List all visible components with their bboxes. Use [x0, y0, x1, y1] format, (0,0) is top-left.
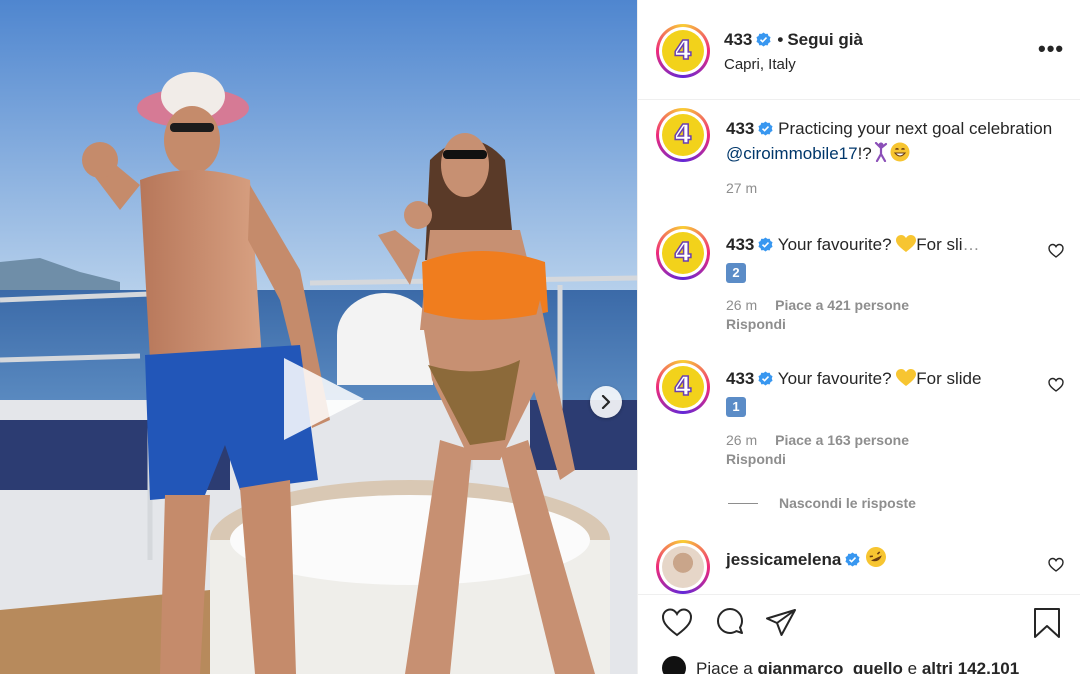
truncation-ellipsis: …: [962, 235, 980, 254]
reply-comment-text: jessicamelena: [726, 546, 1036, 572]
avatar-logo-text: 4: [673, 372, 693, 402]
caption-avatar[interactable]: 4: [656, 108, 710, 162]
like-comment-heart-icon[interactable]: [1048, 243, 1064, 259]
share-paper-plane-icon[interactable]: [764, 606, 798, 640]
comment-avatar[interactable]: 4: [656, 226, 710, 280]
following-button[interactable]: Segui già: [787, 30, 863, 49]
more-options-icon[interactable]: •••: [1038, 38, 1064, 60]
comment-body: Your favourite?: [777, 235, 897, 254]
post-sidebar: 4 433 • Segui già Capri, Italy ••• 4 433 P…: [637, 0, 1080, 674]
like-comment-heart-icon[interactable]: [1048, 557, 1064, 573]
post-media[interactable]: [0, 0, 637, 674]
comment-body-2: For sli: [916, 235, 963, 254]
comment-meta: 26 m Piace a 163 persone: [726, 432, 909, 448]
yellow-heart-emoji-icon: [896, 369, 917, 386]
comment-text: 433 Your favourite? For sli… 2: [726, 232, 1036, 283]
reply-button[interactable]: Rispondi: [726, 451, 786, 467]
hide-replies-button[interactable]: Nascondi le risposte: [779, 495, 916, 511]
comment-meta: 26 m Piace a 421 persone: [726, 297, 909, 313]
verified-badge-icon: [845, 552, 860, 567]
reply-username[interactable]: jessicamelena: [726, 550, 841, 569]
avatar-logo-text: 4: [673, 238, 693, 268]
like-comment-heart-icon[interactable]: [1048, 377, 1064, 393]
save-bookmark-icon[interactable]: [1030, 606, 1064, 640]
verified-badge-icon: [756, 32, 771, 47]
header-divider: [638, 99, 1080, 100]
caption-body: Practicing your next goal celebration: [778, 119, 1053, 138]
next-slide-button[interactable]: [590, 386, 622, 418]
caption-text: 433 Practicing your next goal celebratio…: [726, 116, 1056, 166]
post-location[interactable]: Capri, Italy: [724, 56, 796, 73]
avatar-logo-text: 4: [673, 36, 693, 66]
comment-body: Your favourite?: [777, 369, 897, 388]
avatar-logo-text: 4: [673, 120, 693, 150]
dancer-emoji-icon: [874, 142, 887, 162]
reply-avatar[interactable]: [656, 540, 710, 594]
comment-username[interactable]: 433: [726, 235, 754, 254]
replies-divider-line: [728, 503, 758, 504]
likes-prefix: Piace a: [696, 659, 758, 674]
comment-body-2: For slide: [916, 369, 982, 388]
verified-badge-icon: [758, 121, 773, 136]
comment-timestamp[interactable]: 26 m: [726, 432, 757, 448]
verified-badge-icon: [758, 371, 773, 386]
yellow-heart-emoji-icon: [896, 235, 917, 252]
avatar-photo: [662, 546, 704, 588]
like-heart-icon[interactable]: [660, 606, 694, 640]
mention-link[interactable]: @ciroimmobile17: [726, 144, 858, 163]
author-avatar[interactable]: 4: [656, 24, 710, 78]
comment-likes[interactable]: Piace a 163 persone: [775, 432, 909, 448]
separator-dot: •: [777, 30, 784, 49]
chevron-right-icon: [601, 395, 611, 409]
comment-username[interactable]: 433: [726, 369, 754, 388]
grinning-emoji-icon: [890, 142, 910, 162]
likes-others[interactable]: altri 142.101: [922, 659, 1019, 674]
likes-middle: e: [902, 659, 922, 674]
comment-timestamp[interactable]: 26 m: [726, 297, 757, 313]
post-actions: [638, 606, 1080, 650]
liker-avatar[interactable]: [662, 656, 686, 674]
likes-summary: Piace a gianmarco_quello e altri 142.101: [662, 656, 1019, 674]
verified-badge-icon: [758, 237, 773, 252]
comments-divider: [638, 594, 1080, 595]
comment-avatar[interactable]: 4: [656, 360, 710, 414]
author-username[interactable]: 433: [724, 30, 752, 49]
comment-bubble-icon[interactable]: [713, 606, 747, 640]
caption-username[interactable]: 433: [726, 119, 754, 138]
video-frame: [0, 0, 637, 674]
caption-suffix: !?: [857, 144, 872, 163]
rofl-emoji-icon: [866, 547, 887, 567]
reply-button[interactable]: Rispondi: [726, 316, 786, 332]
play-icon[interactable]: [280, 356, 366, 442]
keycap-emoji: 1: [726, 397, 746, 417]
liker-username[interactable]: gianmarco_quello: [757, 659, 902, 674]
post-header: 433 • Segui già: [724, 30, 863, 50]
caption-timestamp[interactable]: 27 m: [726, 180, 757, 196]
keycap-emoji: 2: [726, 263, 746, 283]
comment-likes[interactable]: Piace a 421 persone: [775, 297, 909, 313]
comment-text: 433 Your favourite? For slide 1: [726, 366, 1036, 417]
